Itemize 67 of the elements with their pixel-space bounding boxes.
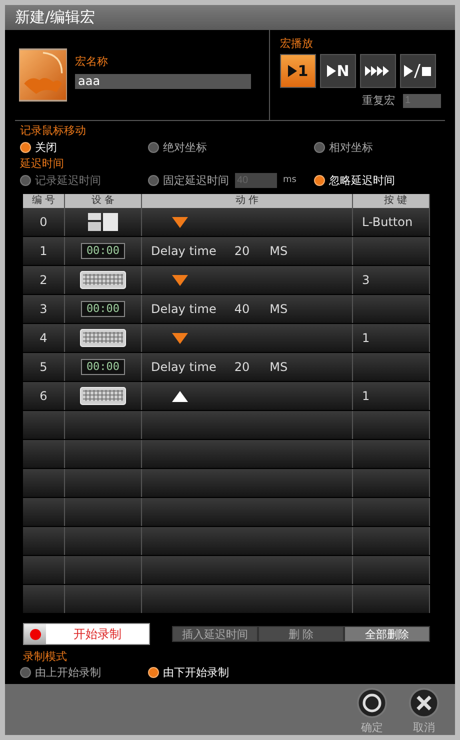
play-mode-button[interactable]: N <box>320 54 356 88</box>
down-arrow-icon <box>172 332 188 344</box>
key-text: L-Button <box>362 215 413 229</box>
loop-play-button[interactable] <box>360 54 396 88</box>
down-arrow-icon <box>172 216 188 228</box>
table-row[interactable]: 0 L-Button <box>23 208 430 237</box>
macro-image-icon <box>19 46 67 104</box>
table-row[interactable]: 3 00:00 Delay time 40 MS <box>23 295 430 324</box>
key-text: 3 <box>362 273 370 287</box>
macro-name-label: 宏名称 <box>75 54 109 68</box>
delay-unit: MS <box>270 244 288 258</box>
table-cell: 1 <box>23 237 65 265</box>
keyboard-icon <box>80 329 126 347</box>
delay-unit: MS <box>270 360 288 374</box>
delay-text: Delay time <box>151 302 216 316</box>
delay-label: 延迟时间 <box>20 156 65 171</box>
table-cell: 3 <box>23 295 65 323</box>
radio-option[interactable]: 关闭 <box>20 140 148 154</box>
play-icon <box>288 65 297 77</box>
delay-value: 20 <box>234 360 250 374</box>
key-text: 1 <box>362 331 370 345</box>
edit-button[interactable]: 全部删除 <box>344 626 430 642</box>
play-stop-button[interactable] <box>400 54 436 88</box>
keyboard-icon <box>80 271 126 289</box>
key-text: 1 <box>362 389 370 403</box>
timer-display: 00:00 <box>81 243 125 259</box>
mouse-icon <box>88 213 118 231</box>
edit-button[interactable]: 删 除 <box>258 626 344 642</box>
table-cell: 2 <box>23 266 65 294</box>
radio-option[interactable]: 绝对坐标 <box>148 140 314 154</box>
record-mode-label: 录制模式 <box>23 649 68 664</box>
delay-text: Delay time <box>151 244 216 258</box>
table-row[interactable]: 6 1 <box>23 382 430 411</box>
down-arrow-icon <box>172 274 188 286</box>
play-icon <box>326 65 336 77</box>
macro-name-field[interactable]: aaa <box>75 74 251 88</box>
table-row[interactable]: 5 00:00 Delay time 20 MS <box>23 353 430 382</box>
mouse-move-label: 记录鼠标移动 <box>20 123 87 138</box>
table-cell: 5 <box>23 353 65 381</box>
repeat-label: 重复宏 <box>362 93 395 108</box>
table-row[interactable]: 4 1 <box>23 324 430 353</box>
table-cell: 4 <box>23 324 65 352</box>
playback-label: 宏播放 <box>280 36 314 51</box>
play-stop-icon <box>404 64 432 78</box>
window-title: 新建/编辑宏 <box>15 8 96 27</box>
radio-option[interactable]: 固定延迟时间 <box>148 172 229 188</box>
radio-option[interactable]: 忽略延迟时间 <box>314 172 395 188</box>
radio-option[interactable]: 由下开始录制 <box>148 664 229 680</box>
table-cell: 6 <box>23 382 65 410</box>
keyboard-icon <box>80 387 126 405</box>
timer-display: 00:00 <box>81 301 125 317</box>
table-cell: 0 <box>23 208 65 236</box>
play-mode-button[interactable]: 1 <box>280 54 316 88</box>
delay-text: Delay time <box>151 360 216 374</box>
radio-option[interactable]: 由上开始录制 <box>20 664 148 680</box>
delay-value: 40 <box>234 302 250 316</box>
up-arrow-icon <box>172 390 188 402</box>
radio-option[interactable]: 相对坐标 <box>314 140 373 154</box>
record-button[interactable]: 开始录制 <box>23 623 150 645</box>
delay-value: 20 <box>234 244 250 258</box>
timer-display: 00:00 <box>81 359 125 375</box>
table-row[interactable]: 1 00:00 Delay time 20 MS <box>23 237 430 266</box>
edit-button[interactable]: 插入延迟时间 <box>172 626 258 642</box>
fast-forward-icon <box>365 65 391 77</box>
delay-unit: MS <box>270 302 288 316</box>
table-row[interactable]: 2 3 <box>23 266 430 295</box>
unit-label: ms <box>283 175 296 185</box>
